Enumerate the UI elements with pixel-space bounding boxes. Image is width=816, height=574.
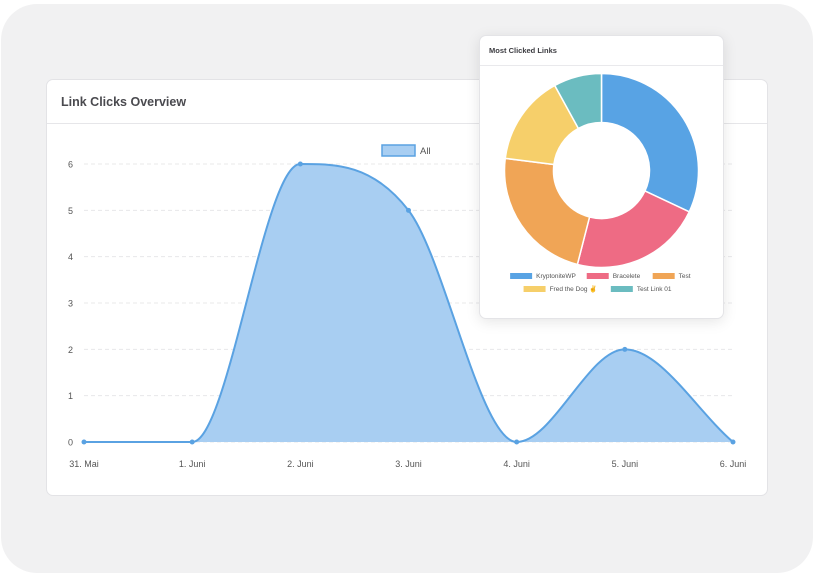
legend-swatch[interactable] <box>610 286 633 292</box>
legend-label[interactable]: KryptoniteWP <box>536 273 576 280</box>
legend-label[interactable]: Test <box>679 273 691 280</box>
legend-swatch-all[interactable] <box>381 144 416 157</box>
x-tick-label: 2. Juni <box>287 459 314 469</box>
data-point[interactable] <box>297 161 303 167</box>
data-point[interactable] <box>730 439 736 445</box>
legend-label[interactable]: Bracelete <box>613 273 641 280</box>
data-point[interactable] <box>189 439 195 445</box>
y-tick-label: 2 <box>68 345 73 355</box>
legend-label[interactable]: Test Link 01 <box>637 286 672 293</box>
x-tick-label: 1. Juni <box>179 459 206 469</box>
y-tick-label: 4 <box>68 252 73 262</box>
donut-chart: KryptoniteWP Bracelete Test Fred the Dog ✌️… <box>503 72 700 293</box>
data-point[interactable] <box>622 346 628 352</box>
legend-swatch[interactable] <box>652 273 675 279</box>
data-point[interactable] <box>514 439 520 445</box>
y-tick-label: 1 <box>68 391 73 401</box>
x-tick-label: 6. Juni <box>720 459 747 469</box>
legend-swatch[interactable] <box>523 286 546 292</box>
donut-slice[interactable] <box>600 72 700 213</box>
legend-label[interactable]: Fred the Dog ✌️ <box>550 284 598 293</box>
x-tick-label: 3. Juni <box>395 459 422 469</box>
legend-label-all[interactable]: All <box>420 146 431 157</box>
y-tick-label: 5 <box>68 206 73 216</box>
x-tick-label: 31. Mai <box>69 459 99 469</box>
donut-slice[interactable] <box>503 157 591 266</box>
legend-swatch[interactable] <box>510 273 533 279</box>
y-tick-label: 0 <box>68 438 73 448</box>
y-tick-label: 3 <box>68 299 73 309</box>
y-tick-label: 6 <box>68 160 73 170</box>
most-clicked-links-card: Most Clicked Links KryptoniteWP Bracelete… <box>479 35 724 319</box>
x-tick-label: 4. Juni <box>503 459 530 469</box>
data-point[interactable] <box>81 439 87 445</box>
legend-swatch[interactable] <box>586 273 609 279</box>
data-point[interactable] <box>406 207 411 213</box>
x-tick-label: 5. Juni <box>612 459 639 469</box>
